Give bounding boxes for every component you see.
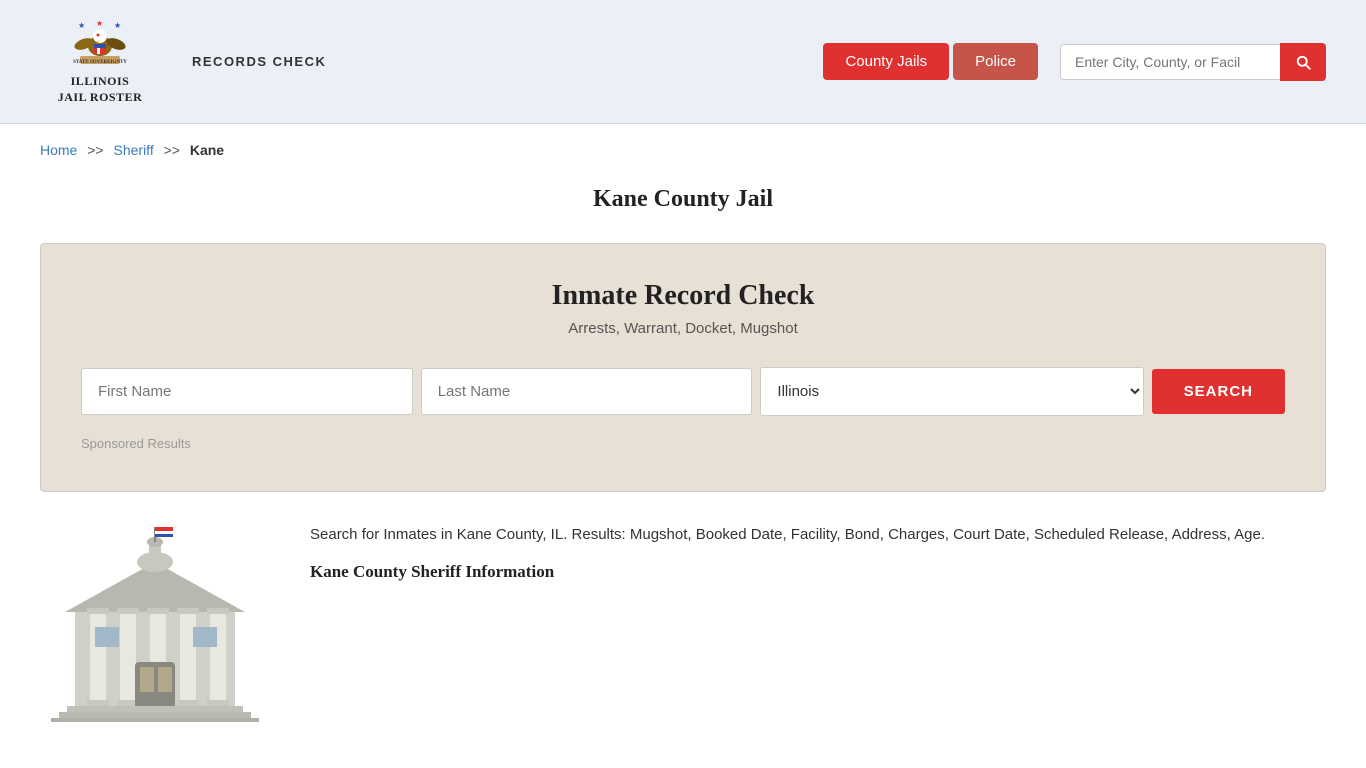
sponsored-label: Sponsored Results: [81, 436, 1285, 451]
records-check-link[interactable]: RECORDS CHECK: [192, 54, 326, 69]
svg-text:★: ★: [96, 19, 103, 28]
record-check-subtitle: Arrests, Warrant, Docket, Mugshot: [81, 320, 1285, 337]
header-search-input[interactable]: [1060, 44, 1280, 80]
header-search-button[interactable]: [1280, 43, 1326, 81]
record-check-box: Inmate Record Check Arrests, Warrant, Do…: [40, 243, 1326, 492]
header-search: [1060, 43, 1326, 81]
content-section: Search for Inmates in Kane County, IL. R…: [40, 522, 1326, 722]
breadcrumb-sep-1: >>: [87, 142, 103, 158]
description-text: Search for Inmates in Kane County, IL. R…: [310, 522, 1326, 548]
building-illustration: [40, 522, 270, 722]
main-nav: County Jails Police: [823, 43, 1326, 81]
police-button[interactable]: Police: [953, 43, 1038, 80]
svg-text:★: ★: [114, 21, 121, 30]
content-description: Search for Inmates in Kane County, IL. R…: [310, 522, 1326, 596]
logo-text: ILLINOIS JAIL ROSTER: [58, 74, 143, 105]
record-search-button[interactable]: SEARCH: [1152, 369, 1285, 414]
sheriff-info-title: Kane County Sheriff Information: [310, 558, 1326, 587]
logo-flag-icon: ★ ★ ★ STATE SOVEREIGNTY: [70, 18, 130, 70]
site-logo[interactable]: ★ ★ ★ STATE SOVEREIGNTY ILLINOIS JAIL RO…: [40, 18, 160, 105]
record-check-title: Inmate Record Check: [81, 280, 1285, 312]
svg-text:★: ★: [78, 21, 85, 30]
site-header: ★ ★ ★ STATE SOVEREIGNTY ILLINOIS JAIL RO…: [0, 0, 1366, 124]
record-check-form: IllinoisAlabamaAlaskaArizonaArkansasCali…: [81, 367, 1285, 416]
page-title: Kane County Jail: [0, 186, 1366, 213]
search-icon: [1294, 53, 1312, 71]
state-select[interactable]: IllinoisAlabamaAlaskaArizonaArkansasCali…: [760, 367, 1143, 416]
breadcrumb-home[interactable]: Home: [40, 142, 77, 158]
breadcrumb-sheriff[interactable]: Sheriff: [114, 142, 154, 158]
breadcrumb-sep-2: >>: [164, 142, 180, 158]
courthouse-icon: [45, 522, 265, 722]
svg-text:STATE SOVEREIGNTY: STATE SOVEREIGNTY: [73, 60, 127, 65]
county-jails-button[interactable]: County Jails: [823, 43, 949, 80]
breadcrumb: Home >> Sheriff >> Kane: [0, 124, 1366, 168]
last-name-input[interactable]: [421, 368, 753, 415]
first-name-input[interactable]: [81, 368, 413, 415]
breadcrumb-current: Kane: [190, 142, 224, 158]
